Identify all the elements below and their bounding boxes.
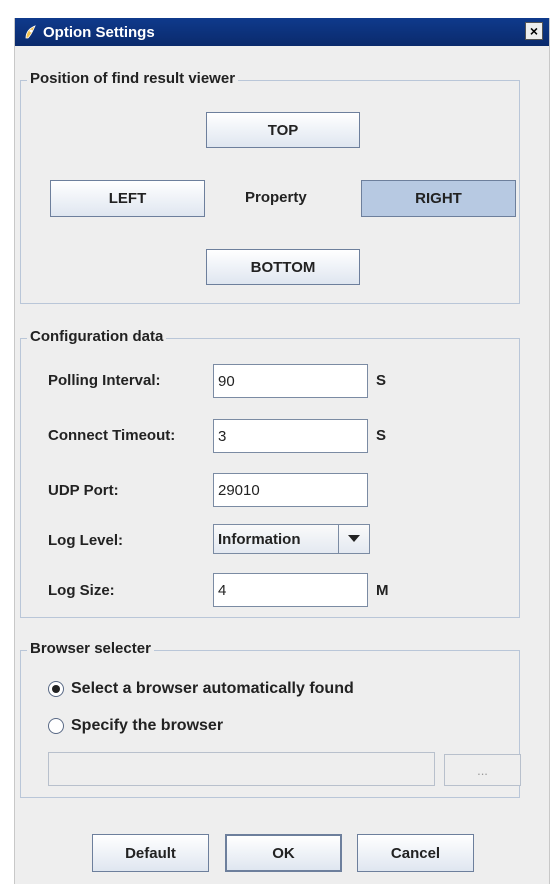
ok-button[interactable]: OK: [225, 834, 342, 872]
window-title: Option Settings: [43, 23, 155, 41]
log-size-label: Log Size:: [48, 582, 115, 599]
right-button[interactable]: RIGHT: [361, 180, 516, 217]
polling-interval-unit: S: [376, 372, 387, 389]
default-button[interactable]: Default: [92, 834, 209, 872]
position-group-legend: Position of find result viewer: [27, 70, 239, 87]
browse-button: ...: [444, 754, 521, 786]
udp-port-input[interactable]: [213, 473, 368, 507]
polling-interval-label: Polling Interval:: [48, 372, 161, 389]
log-level-select[interactable]: Information: [213, 524, 370, 554]
cancel-button[interactable]: Cancel: [357, 834, 474, 872]
app-icon: [21, 23, 39, 41]
radio-specify-browser[interactable]: Specify the browser: [48, 717, 223, 735]
polling-interval-input[interactable]: [213, 364, 368, 398]
udp-port-label: UDP Port:: [48, 482, 119, 499]
radio-unselected-icon[interactable]: [48, 718, 64, 734]
browser-group-legend: Browser selecter: [27, 640, 154, 657]
close-icon: ×: [529, 23, 539, 39]
radio-auto-browser[interactable]: Select a browser automatically found: [48, 680, 354, 698]
connect-timeout-input[interactable]: [213, 419, 368, 453]
configuration-group-legend: Configuration data: [27, 328, 167, 345]
connect-timeout-label: Connect Timeout:: [48, 427, 176, 444]
radio-specify-label: Specify the browser: [71, 717, 224, 734]
top-button[interactable]: TOP: [206, 112, 360, 148]
bottom-button[interactable]: BOTTOM: [206, 249, 360, 285]
radio-selected-icon[interactable]: [48, 681, 64, 697]
title-bar[interactable]: Option Settings ×: [15, 18, 549, 46]
log-level-value: Information: [218, 530, 301, 548]
radio-auto-label: Select a browser automatically found: [71, 680, 354, 697]
log-level-label: Log Level:: [48, 532, 124, 549]
dropdown-arrow-icon[interactable]: [338, 525, 369, 553]
left-button[interactable]: LEFT: [50, 180, 205, 217]
log-size-input[interactable]: [213, 573, 368, 607]
log-size-unit: M: [376, 582, 389, 599]
close-button[interactable]: ×: [525, 22, 543, 40]
connect-timeout-unit: S: [376, 427, 387, 444]
browser-path-input: [48, 752, 435, 786]
property-label: Property: [245, 189, 307, 206]
